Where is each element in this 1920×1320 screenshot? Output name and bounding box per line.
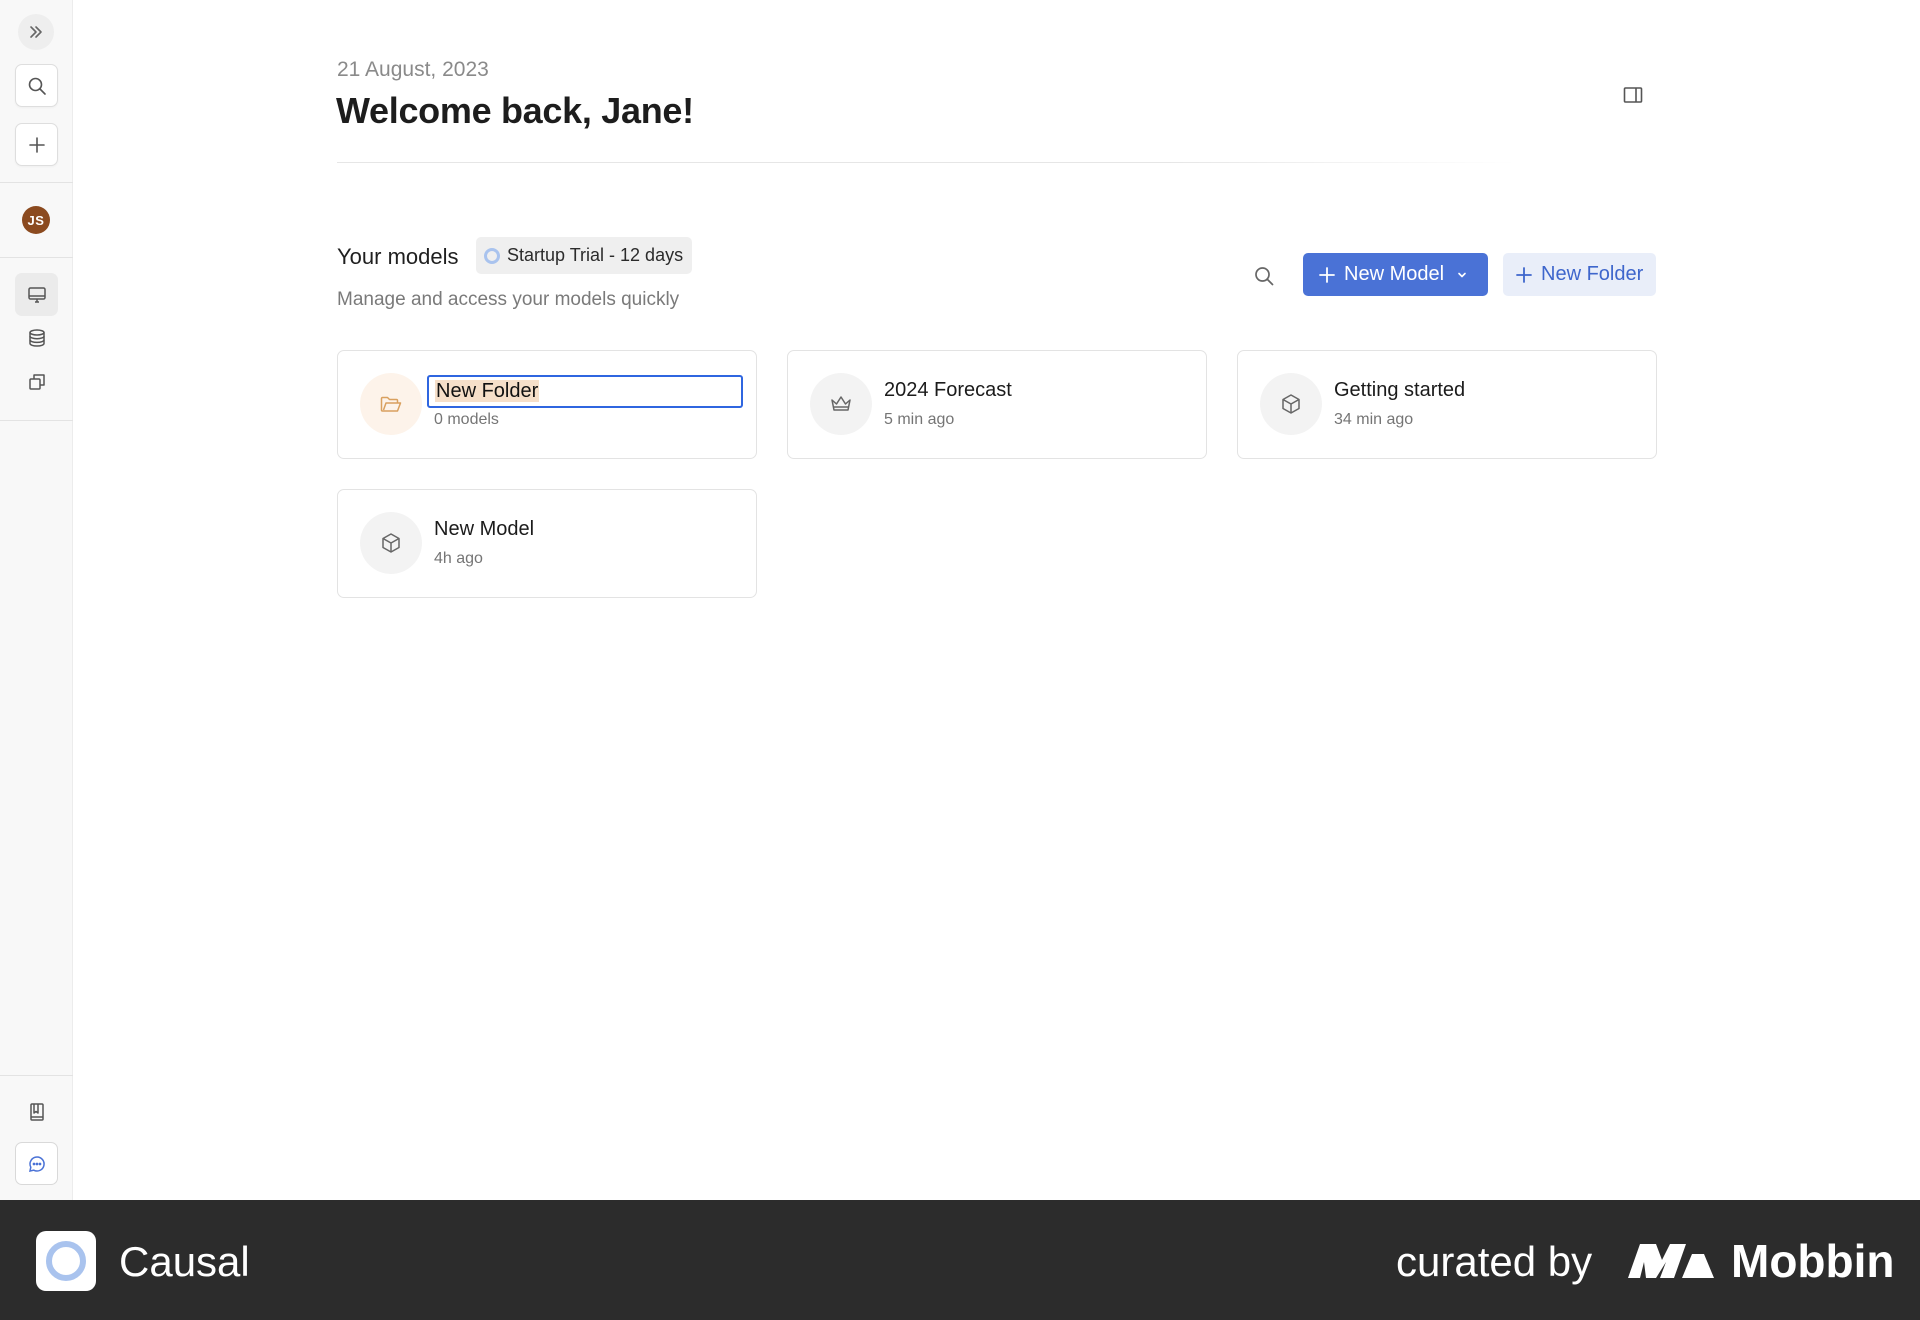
copy-icon [28,373,45,390]
sidebar: JS [0,0,73,1200]
expand-sidebar-button[interactable] [18,14,54,50]
trial-badge-label: Startup Trial - 12 days [507,245,684,265]
cube-icon [1260,373,1322,435]
model-card[interactable]: New Model 4h ago [337,489,757,598]
new-folder-button[interactable]: New Folder [1503,253,1656,296]
panel-toggle-button[interactable] [1620,82,1646,108]
new-model-button[interactable]: New Model [1303,253,1488,296]
new-folder-label: New Folder [1541,263,1644,285]
current-date: 21 August, 2023 [337,58,489,81]
sidebar-item-data[interactable] [15,316,58,359]
trial-badge[interactable]: Startup Trial - 12 days [476,237,693,274]
plus-icon [1319,266,1335,283]
causal-logo [36,1231,96,1291]
curated-by-label: curated by [1396,1238,1593,1285]
sidebar-divider [0,420,73,421]
sidebar-new-button[interactable] [15,123,58,166]
new-model-label: New Model [1344,263,1445,285]
sidebar-item-models[interactable] [15,273,58,316]
header-divider [337,162,1517,163]
folder-icon [360,373,422,435]
chevron-down-icon[interactable] [1456,269,1468,281]
crown-icon [810,373,872,435]
mobbin-wordmark: Mobbin [1731,1235,1895,1287]
search-icon [28,77,46,95]
chat-icon [28,1155,45,1172]
plus-icon [1516,266,1532,283]
sidebar-docs-button[interactable] [15,1090,58,1133]
search-models-button[interactable] [1248,260,1280,292]
cube-icon [360,512,422,574]
sidebar-divider [0,182,73,183]
folder-name-value: New Folder [435,380,540,402]
causal-ring-icon [46,1241,86,1281]
brand-name: Causal [119,1238,250,1285]
double-chevron-right-icon [30,26,42,38]
plus-icon [28,136,45,153]
mobbin-logo-icon [1628,1244,1714,1278]
card-meta: 4h ago [434,550,483,567]
footer-banner: Causal curated by Mobbin [0,1200,1920,1320]
card-meta: 5 min ago [884,411,955,428]
section-title: Your models [337,244,459,269]
monitor-icon [27,286,46,303]
sidebar-item-templates[interactable] [15,360,58,403]
card-name: New Model [434,518,535,540]
folder-card[interactable]: New Folder 0 models [337,350,757,459]
book-icon [29,1102,44,1121]
avatar[interactable]: JS [22,206,50,234]
avatar-initials: JS [27,212,45,228]
folder-name-input[interactable]: New Folder [427,375,743,408]
card-name: 2024 Forecast [884,379,1012,401]
sidebar-search-button[interactable] [15,64,58,107]
card-name: Getting started [1334,379,1466,401]
sidebar-right-icon [1623,87,1643,103]
page-title: Welcome back, Jane! [336,90,694,131]
trial-ring-icon [484,247,500,264]
sidebar-divider [0,257,73,258]
card-meta: 34 min ago [1334,411,1414,428]
sidebar-chat-button[interactable] [15,1142,58,1185]
model-card[interactable]: 2024 Forecast 5 min ago [787,350,1207,459]
database-icon [28,328,45,347]
sidebar-divider [0,1075,73,1076]
model-card[interactable]: Getting started 34 min ago [1237,350,1657,459]
search-icon [1255,267,1274,286]
card-meta: 0 models [434,411,499,428]
section-subtitle: Manage and access your models quickly [337,289,680,310]
